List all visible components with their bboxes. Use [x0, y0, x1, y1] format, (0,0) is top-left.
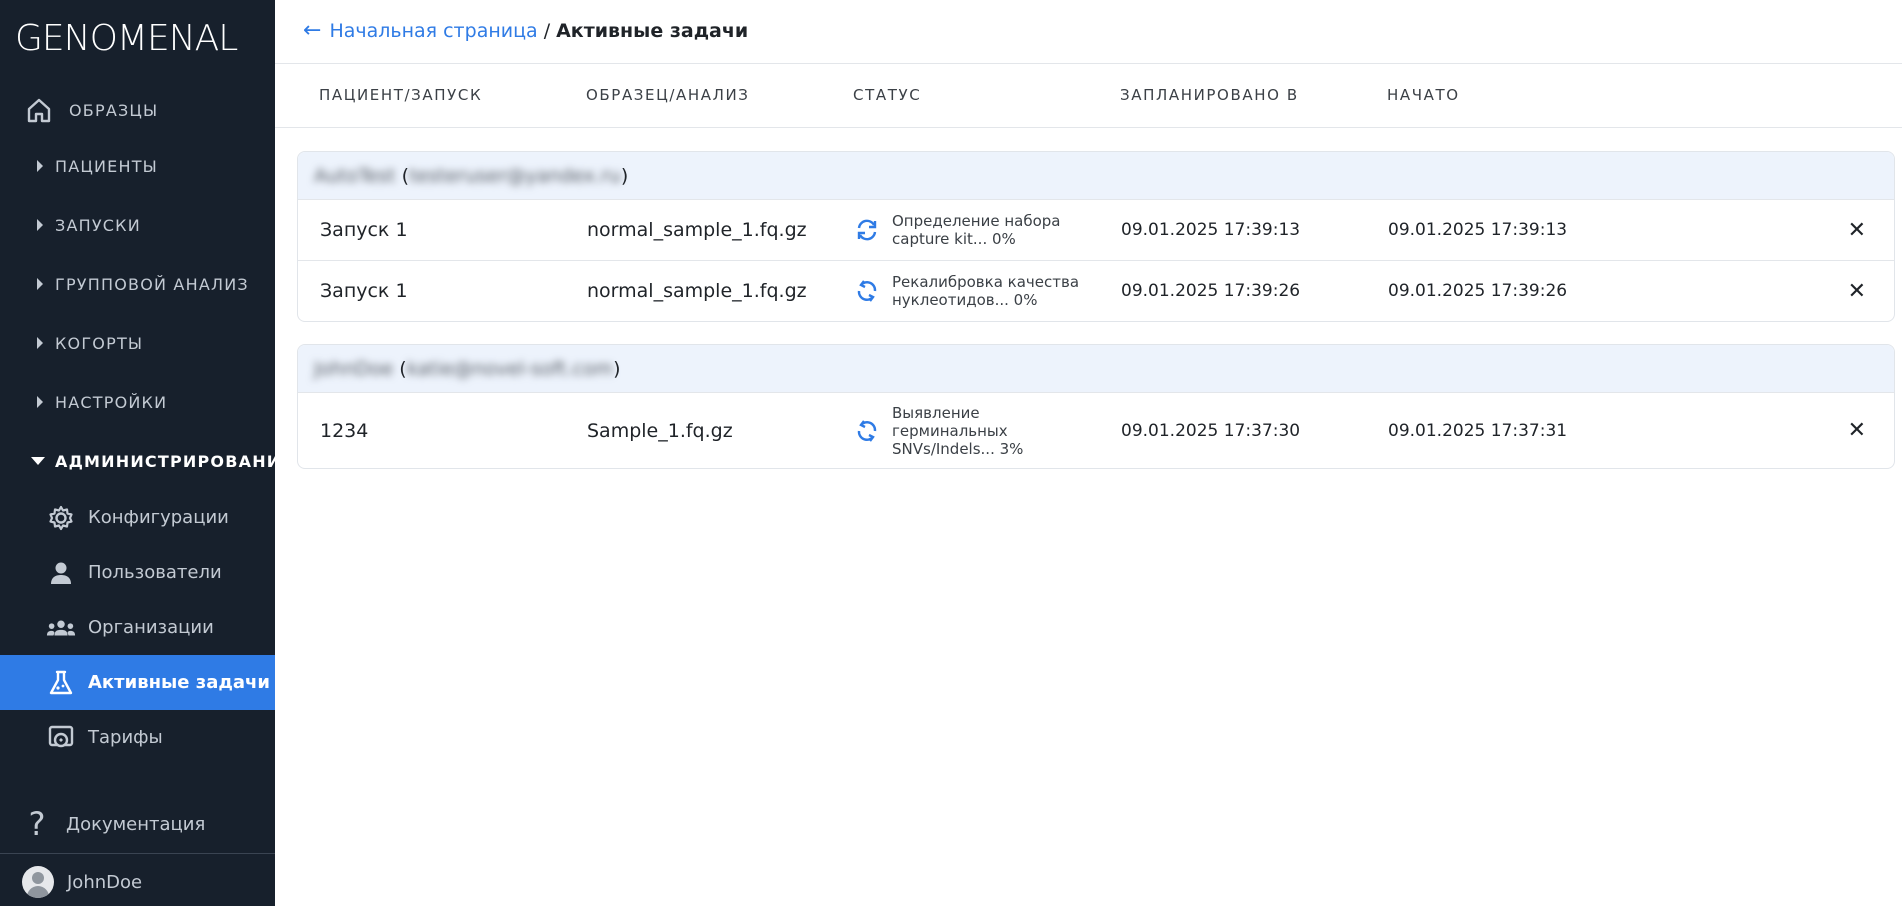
sidebar-item-runs[interactable]: ЗАПУСКИ — [0, 201, 275, 249]
column-header-patient-run: ПАЦИЕНТ/ЗАПУСК — [319, 86, 483, 104]
sidebar-item-label: КОГОРТЫ — [55, 333, 144, 353]
group-user-name: JohnDoe — [314, 357, 394, 380]
sidebar-item-users[interactable]: Пользователи — [0, 545, 275, 600]
sidebar-item-label: Конфигурации — [88, 507, 229, 528]
gear-icon — [46, 503, 76, 533]
sidebar-item-active-tasks[interactable]: Активные задачи — [0, 655, 275, 710]
tariff-icon — [46, 723, 76, 753]
user-icon — [46, 558, 76, 588]
task-group: AutoTest ( testeruser@yandex.ru ) Запуск… — [297, 151, 1895, 322]
group-user-name: AutoTest — [314, 164, 396, 187]
sidebar-item-group-analysis[interactable]: ГРУППОВОЙ АНАЛИЗ — [0, 260, 275, 308]
caret-right-icon — [37, 160, 43, 172]
page-title: Активные задачи — [556, 19, 749, 42]
column-header-scheduled: ЗАПЛАНИРОВАНО В — [1120, 86, 1299, 104]
task-group: JohnDoe ( katie@novel-soft.com ) 1234 Sa… — [297, 344, 1895, 469]
sidebar-item-label: Документация — [66, 813, 206, 835]
started-cell: 09.01.2025 17:39:13 — [1388, 220, 1568, 240]
scheduled-cell: 09.01.2025 17:37:30 — [1121, 420, 1301, 441]
column-header-started: НАЧАТО — [1387, 86, 1460, 104]
status-text: Выявление герминальных SNVs/Indels... 3% — [892, 403, 1024, 458]
sidebar: GENOMENAL ОБРАЗЦЫ ПАЦИЕНТЫ ЗАПУСКИ ГРУПП… — [0, 0, 292, 906]
table-row: Запуск 1 normal_sample_1.fq.gz Рекалибро… — [298, 260, 1894, 321]
run-cell: Запуск 1 — [320, 219, 408, 241]
sidebar-item-organizations[interactable]: Организации — [0, 600, 275, 655]
user-menu[interactable]: JohnDoe — [0, 862, 275, 902]
sidebar-item-documentation[interactable]: ? Документация — [0, 800, 275, 848]
caret-right-icon — [37, 219, 43, 231]
sidebar-item-label: АДМИНИСТРИРОВАНИЕ — [55, 451, 294, 471]
app-logo[interactable]: GENOMENAL — [15, 18, 238, 59]
refresh-icon — [854, 278, 880, 304]
table-header: ПАЦИЕНТ/ЗАПУСК ОБРАЗЕЦ/АНАЛИЗ СТАТУС ЗАП… — [275, 64, 1902, 128]
scheduled-cell: 09.01.2025 17:39:26 — [1121, 281, 1301, 301]
sidebar-item-label: ОБРАЗЦЫ — [69, 100, 159, 120]
sidebar-item-label: Пользователи — [88, 562, 222, 583]
refresh-icon — [854, 418, 880, 444]
group-header: AutoTest ( testeruser@yandex.ru ) — [298, 152, 1894, 199]
group-user-email: katie@novel-soft.com — [406, 357, 614, 380]
sample-cell: normal_sample_1.fq.gz — [587, 219, 807, 241]
flask-icon — [46, 668, 76, 698]
caret-right-icon — [37, 396, 43, 408]
username: JohnDoe — [67, 871, 143, 893]
caret-right-icon — [37, 278, 43, 290]
home-icon — [24, 95, 54, 125]
run-cell: 1234 — [320, 419, 369, 442]
status-text: Определение набора capture kit... 0% — [892, 212, 1061, 248]
sidebar-divider — [0, 853, 275, 854]
breadcrumb-separator: / — [543, 19, 551, 42]
sidebar-item-settings[interactable]: НАСТРОЙКИ — [0, 378, 275, 426]
column-header-status: СТАТУС — [853, 86, 922, 104]
avatar — [22, 866, 54, 898]
sidebar-item-label: ПАЦИЕНТЫ — [55, 156, 158, 176]
run-cell: Запуск 1 — [320, 280, 408, 302]
sample-cell: normal_sample_1.fq.gz — [587, 280, 807, 302]
sidebar-item-tariffs[interactable]: Тарифы — [0, 710, 275, 765]
sidebar-item-label: НАСТРОЙКИ — [55, 392, 168, 412]
table-row: 1234 Sample_1.fq.gz Выявление герминальн… — [298, 392, 1894, 468]
sidebar-item-samples[interactable]: ОБРАЗЦЫ — [0, 86, 275, 134]
main-content: ← Начальная страница / Активные задачи П… — [275, 0, 1902, 906]
sidebar-item-administration[interactable]: АДМИНИСТРИРОВАНИЕ — [0, 437, 292, 485]
started-cell: 09.01.2025 17:39:26 — [1388, 281, 1568, 301]
sidebar-item-label: Тарифы — [88, 727, 163, 748]
sample-cell: Sample_1.fq.gz — [587, 419, 733, 442]
sidebar-item-label: Активные задачи — [88, 672, 271, 693]
close-icon[interactable]: ✕ — [1848, 393, 1866, 468]
close-icon[interactable]: ✕ — [1848, 261, 1866, 321]
question-icon: ? — [28, 805, 46, 843]
sidebar-item-label: ЗАПУСКИ — [55, 215, 141, 235]
caret-down-icon — [31, 457, 45, 465]
caret-right-icon — [37, 337, 43, 349]
sidebar-item-configurations[interactable]: Конфигурации — [0, 490, 275, 545]
sync-icon — [854, 217, 880, 243]
table-row: Запуск 1 normal_sample_1.fq.gz Определен… — [298, 199, 1894, 260]
scheduled-cell: 09.01.2025 17:39:13 — [1121, 220, 1301, 240]
sidebar-item-label: ГРУППОВОЙ АНАЛИЗ — [55, 274, 249, 294]
arrow-left-icon[interactable]: ← — [303, 18, 321, 43]
started-cell: 09.01.2025 17:37:31 — [1388, 420, 1568, 441]
breadcrumb-home-link[interactable]: Начальная страница — [329, 20, 537, 42]
group-user-email: testeruser@yandex.ru — [408, 164, 621, 187]
breadcrumb: ← Начальная страница / Активные задачи — [303, 18, 748, 43]
sidebar-item-patients[interactable]: ПАЦИЕНТЫ — [0, 142, 275, 190]
status-text: Рекалибровка качества нуклеотидов... 0% — [892, 273, 1080, 309]
sidebar-item-label: Организации — [88, 617, 214, 638]
group-icon — [46, 613, 76, 643]
sidebar-item-cohorts[interactable]: КОГОРТЫ — [0, 319, 275, 367]
column-header-sample-analysis: ОБРАЗЕЦ/АНАЛИЗ — [586, 86, 750, 104]
group-header: JohnDoe ( katie@novel-soft.com ) — [298, 345, 1894, 392]
close-icon[interactable]: ✕ — [1848, 200, 1866, 260]
